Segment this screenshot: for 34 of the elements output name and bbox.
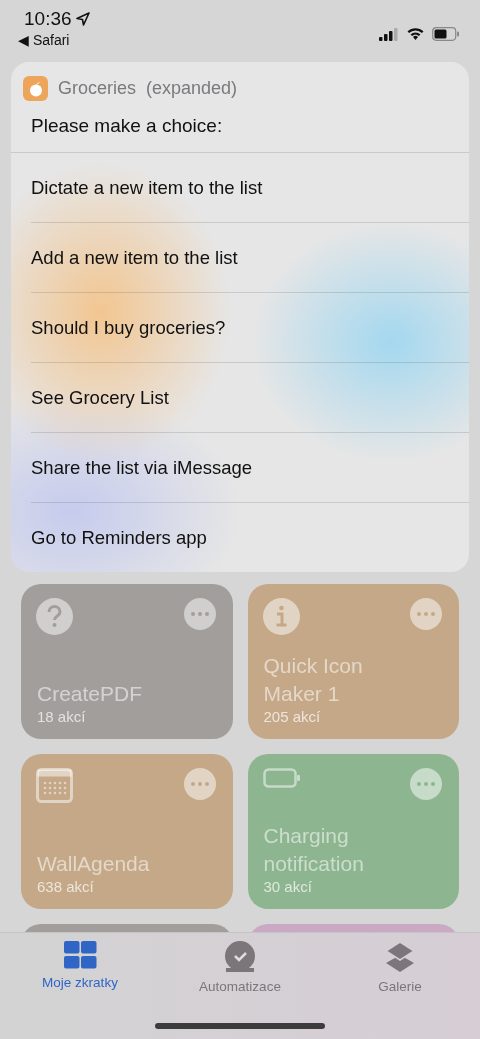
action-count: 205 akcí [263,708,322,725]
menu-option[interactable]: Go to Reminders app [31,503,469,572]
menu-option[interactable]: Add a new item to the list [31,223,469,293]
calendar-icon [36,768,73,803]
tab-item[interactable]: Moje zkratky [15,941,145,1039]
more-icon[interactable] [410,768,442,800]
apple-icon [23,76,48,101]
layers-icon [384,941,416,973]
action-count: 30 akcí [263,878,313,895]
menu-option[interactable]: Dictate a new item to the list [31,153,469,223]
back-to-app-link[interactable]: ◀ Safari [18,32,90,48]
wifi-icon [406,27,425,41]
shortcut-title: Quick Icon Maker 1 [263,653,364,707]
clock-check-icon [224,941,256,973]
app-name: Groceries (expanded) [58,78,238,99]
signal-icon [379,27,399,41]
action-count: 18 akcí [37,708,87,725]
grid-icon [63,941,97,969]
clock-time: 10:36 [24,8,72,30]
info-icon [262,598,300,635]
menu-option[interactable]: See Grocery List [31,363,469,433]
action-count: 638 akcí [37,878,95,895]
menu-prompt: Please make a choice: [11,101,469,153]
location-arrow-icon [75,12,90,26]
shortcut-title: WallAgenda [37,851,151,877]
battery-icon [432,27,460,41]
menu-option[interactable]: Should I buy groceries? [31,293,469,363]
more-icon[interactable] [183,598,216,630]
question-icon [36,598,73,635]
shortcut-title: Charging notification [263,823,365,877]
more-icon[interactable] [410,598,442,630]
more-icon[interactable] [183,768,216,800]
battery-icon [262,768,301,788]
menu-option[interactable]: Share the list via iMessage [31,433,469,503]
